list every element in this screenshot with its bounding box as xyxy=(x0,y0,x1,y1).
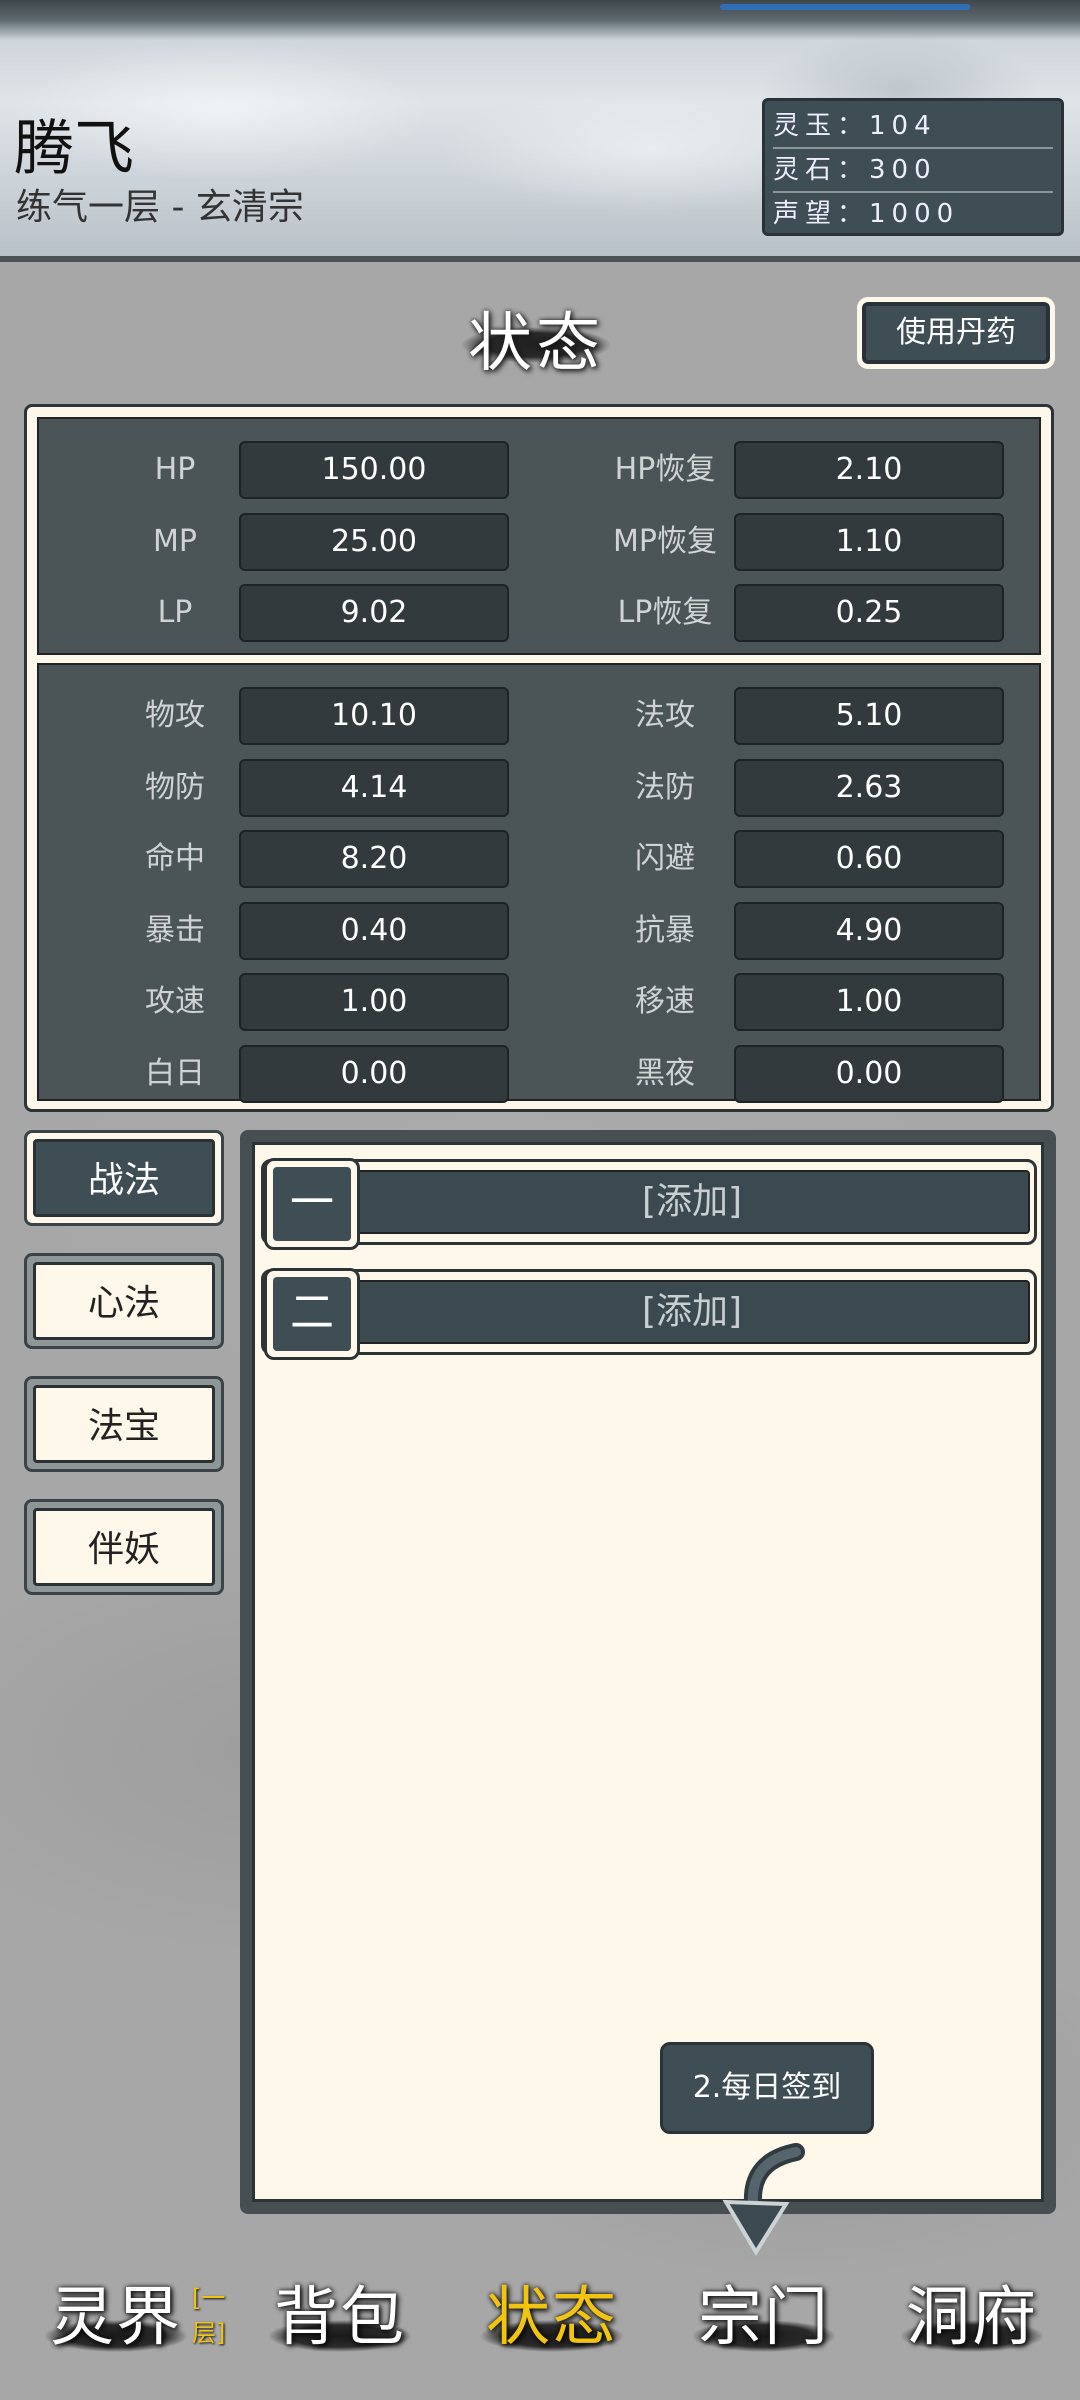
stat-value: 8.20 xyxy=(239,830,509,888)
stat-value: 0.00 xyxy=(734,1044,1004,1103)
resource-panel: 灵玉：104 灵石：300 声望：1000 xyxy=(762,98,1064,236)
resource-stone: 灵石：300 xyxy=(773,149,1053,193)
stat-value: 0.00 xyxy=(239,1044,509,1103)
skills-list: [添加] 一 [添加] 二 xyxy=(252,1142,1044,2202)
nav-sect[interactable]: 宗门 xyxy=(664,2268,864,2368)
stat-row: 攻速 1.00 移速 1.00 xyxy=(39,973,1043,1031)
skills-panel: [添加] 一 [添加] 二 xyxy=(240,1130,1056,2214)
primary-stats: HP 150.00 HP恢复 2.10 MP 25.00 MP恢复 1.10 LP 9.02 LP恢… xyxy=(37,417,1041,655)
nav-label: 背包 xyxy=(274,2281,406,2355)
stat-row: LP 9.02 LP恢复 0.25 xyxy=(39,584,1043,642)
slot-add-label[interactable]: [添加] xyxy=(354,1170,1030,1234)
header: 腾飞 练气一层 - 玄清宗 灵玉：104 灵石：300 声望：1000 xyxy=(0,0,1080,262)
tab-label: 战法 xyxy=(33,1139,215,1217)
page-title: 状态 xyxy=(468,307,604,381)
nav-spirit-realm[interactable]: 灵界 [一层] xyxy=(16,2268,225,2368)
stat-value: 5.10 xyxy=(734,687,1004,745)
stat-value: 9.02 xyxy=(239,584,509,642)
slot-number-text: 二 xyxy=(273,1277,351,1351)
nav-label: 状态 xyxy=(486,2281,618,2355)
nav-status[interactable]: 状态 xyxy=(452,2268,652,2368)
slot-number-text: 一 xyxy=(273,1167,351,1241)
stat-value: 2.10 xyxy=(734,441,1004,499)
stat-row: 物攻 10.10 法攻 5.10 xyxy=(39,687,1043,745)
tab-treasure[interactable]: 法宝 xyxy=(24,1376,224,1472)
slot-add-label[interactable]: [添加] xyxy=(354,1280,1030,1344)
stat-value: 0.25 xyxy=(734,584,1004,642)
stat-row: HP 150.00 HP恢复 2.10 xyxy=(39,441,1043,499)
tab-companion[interactable]: 伴妖 xyxy=(24,1499,224,1595)
slot-number: 一 xyxy=(264,1158,360,1250)
stat-value: 10.10 xyxy=(239,687,509,745)
stat-value: 1.00 xyxy=(239,973,509,1031)
nav-label: 灵界 xyxy=(50,2281,182,2355)
tab-mind-arts[interactable]: 心法 xyxy=(24,1253,224,1349)
nav-cave-dwelling[interactable]: 洞府 xyxy=(872,2268,1072,2368)
stat-row: 白日 0.00 黑夜 0.00 xyxy=(39,1044,1043,1103)
stat-value: 4.14 xyxy=(239,758,509,817)
stat-value: 25.00 xyxy=(239,512,509,571)
daily-signin-tip[interactable]: 2.每日签到 xyxy=(660,2042,874,2134)
stat-value: 1.00 xyxy=(734,973,1004,1031)
use-pill-button[interactable]: 使用丹药 xyxy=(857,297,1055,369)
nav-backpack[interactable]: 背包 xyxy=(240,2268,440,2368)
slot-number: 二 xyxy=(264,1268,360,1360)
resource-jade: 灵玉：104 xyxy=(773,105,1053,149)
stat-row: 物防 4.14 法防 2.63 xyxy=(39,758,1043,817)
player-name: 腾飞 xyxy=(14,114,134,184)
curved-arrow-icon xyxy=(722,2143,805,2256)
nav-label: 宗门 xyxy=(698,2281,830,2355)
stat-value: 0.40 xyxy=(239,901,509,960)
combat-stats: 物攻 10.10 法攻 5.10 物防 4.14 法防 2.63 命中 8.20 闪避 0.60 暴击 0… xyxy=(37,663,1043,1103)
nav-badge: [一层] xyxy=(192,2284,226,2347)
skill-slot-1[interactable]: [添加] 一 xyxy=(261,1158,1037,1250)
stat-value: 2.63 xyxy=(734,758,1004,817)
tab-label: 伴妖 xyxy=(33,1508,215,1586)
resource-reputation: 声望：1000 xyxy=(773,199,960,229)
stat-row: 命中 8.20 闪避 0.60 xyxy=(39,830,1043,888)
stats-panel: HP 150.00 HP恢复 2.10 MP 25.00 MP恢复 1.10 LP 9.02 LP恢… xyxy=(24,404,1054,1112)
stat-value: 0.60 xyxy=(734,830,1004,888)
tab-battle-arts[interactable]: 战法 xyxy=(24,1130,224,1226)
stat-value: 4.90 xyxy=(734,901,1004,960)
nav-label: 洞府 xyxy=(906,2281,1038,2355)
skill-slot-2[interactable]: [添加] 二 xyxy=(261,1268,1037,1360)
header-progress-line xyxy=(720,4,970,10)
stat-row: 暴击 0.40 抗暴 4.90 xyxy=(39,901,1043,960)
stat-value: 1.10 xyxy=(734,512,1004,571)
stat-row: MP 25.00 MP恢复 1.10 xyxy=(39,512,1043,571)
stat-value: 150.00 xyxy=(239,441,509,499)
tab-label: 心法 xyxy=(33,1262,215,1340)
tab-label: 法宝 xyxy=(33,1385,215,1463)
player-realm: 练气一层 - 玄清宗 xyxy=(16,187,304,228)
